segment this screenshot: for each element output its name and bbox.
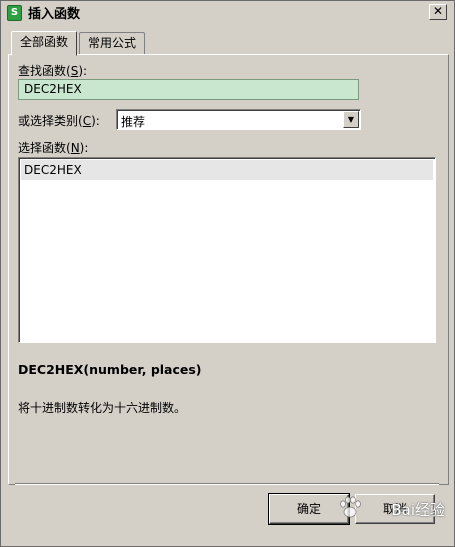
category-select[interactable]: 推荐 ▼ xyxy=(116,109,361,130)
tab-bar: 全部函数 常用公式 xyxy=(11,31,147,56)
wps-app-icon: S xyxy=(7,4,22,21)
chevron-down-icon[interactable]: ▼ xyxy=(343,111,359,128)
dialog-title: 插入函数 xyxy=(28,7,81,22)
category-label: 或选择类别(C): xyxy=(18,114,100,128)
search-label: 查找函数(S): xyxy=(18,64,88,78)
paw-watermark-icon xyxy=(340,496,361,518)
function-description: 将十进制数转化为十六进制数。 xyxy=(18,401,187,415)
divider xyxy=(15,483,439,485)
function-list-label: 选择函数(N): xyxy=(18,141,89,155)
cancel-button[interactable]: 取消 xyxy=(355,494,435,524)
tab-common-formulas[interactable]: 常用公式 xyxy=(79,32,146,54)
function-signature: DEC2HEX(number, places) xyxy=(18,362,202,377)
title-bar: S 插入函数 ✕ xyxy=(2,2,453,23)
list-item[interactable]: DEC2HEX xyxy=(21,160,433,180)
function-listbox[interactable]: DEC2HEX xyxy=(18,157,436,343)
search-input[interactable]: DEC2HEX xyxy=(18,79,359,100)
category-selected-value: 推荐 xyxy=(121,115,146,129)
close-button[interactable]: ✕ xyxy=(429,4,447,20)
tab-all-functions[interactable]: 全部函数 xyxy=(11,31,78,56)
